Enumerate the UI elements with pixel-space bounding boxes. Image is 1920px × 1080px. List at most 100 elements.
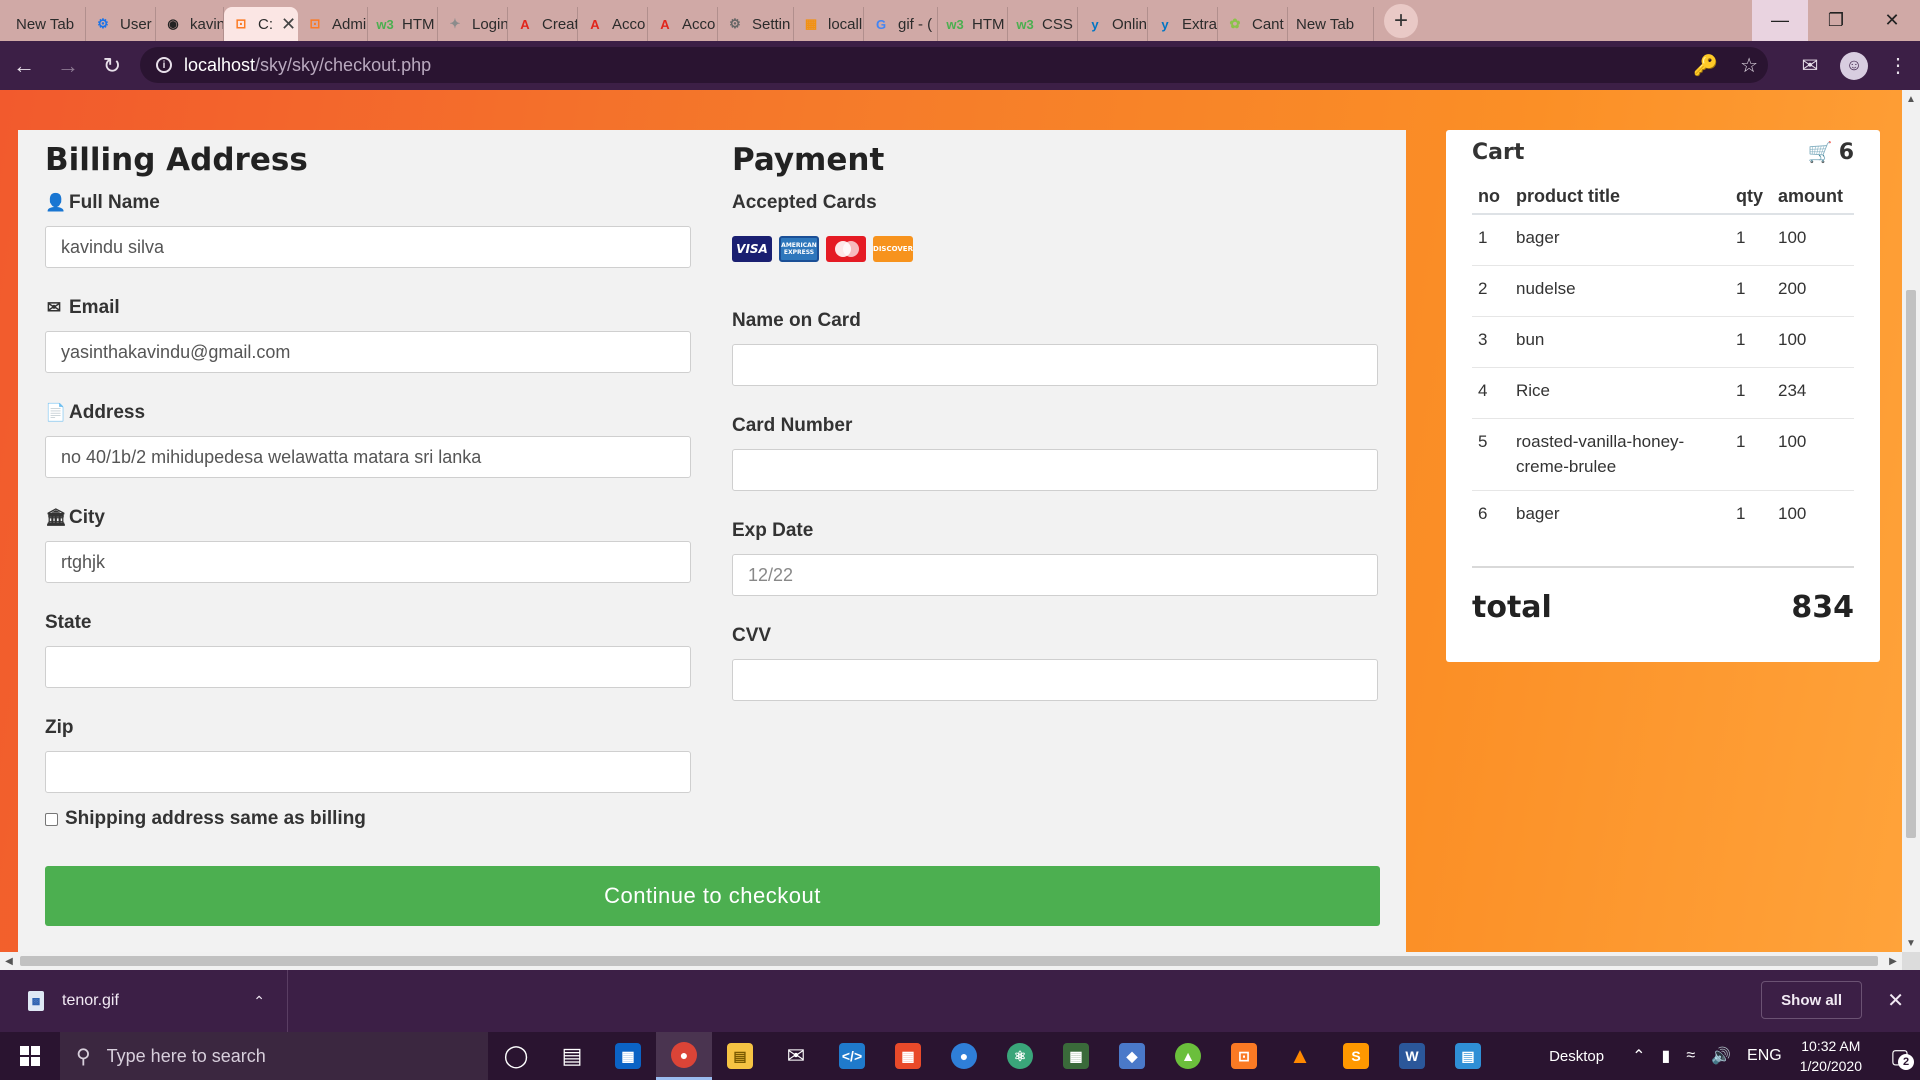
store-icon[interactable]: ▦: [600, 1032, 656, 1080]
task-view-icon[interactable]: ▤: [544, 1032, 600, 1080]
key-icon[interactable]: 🔑: [1693, 53, 1718, 78]
site-info-icon[interactable]: i: [156, 57, 172, 73]
mail-extension-icon[interactable]: ✉: [1788, 53, 1832, 78]
browser-tab[interactable]: y Extra: [1148, 7, 1218, 41]
browser-tab[interactable]: New Tab: [8, 7, 86, 41]
office-icon[interactable]: ▦: [880, 1032, 936, 1080]
email-input[interactable]: [45, 331, 691, 373]
browser-tab[interactable]: w3 HTM: [938, 7, 1008, 41]
browser-tab[interactable]: Ggif - (: [864, 7, 938, 41]
restore-button[interactable]: ❐: [1808, 0, 1864, 41]
vlc-icon[interactable]: ▲: [1272, 1032, 1328, 1080]
google-icon: G: [875, 16, 887, 32]
xampp-icon: ⊡: [309, 16, 321, 31]
terminal-icon[interactable]: ▦: [1048, 1032, 1104, 1080]
taskbar-search[interactable]: ⚲ Type here to search: [60, 1032, 488, 1080]
mail-icon[interactable]: ✉: [768, 1032, 824, 1080]
browser-tab[interactable]: ✦ Login: [438, 7, 508, 41]
desktop-toolbar-label[interactable]: Desktop: [1549, 1048, 1604, 1065]
xampp-icon[interactable]: ⊡: [1216, 1032, 1272, 1080]
browser-tab[interactable]: w3 CSS I: [1008, 7, 1078, 41]
browser-tab[interactable]: New Tab: [1288, 7, 1374, 41]
browser-tab[interactable]: A Acco: [648, 7, 718, 41]
browser-tab[interactable]: y Onlin: [1078, 7, 1148, 41]
browser-tab-label: Settin: [752, 15, 791, 33]
scroll-left-arrow-icon[interactable]: ◀: [0, 952, 18, 970]
profile-avatar[interactable]: ☺: [1840, 51, 1868, 80]
reload-button[interactable]: ↻: [92, 46, 132, 86]
new-tab-button[interactable]: +: [1384, 3, 1418, 38]
cortana-icon[interactable]: ◯: [488, 1032, 544, 1080]
browser-tab-label: New Tab: [16, 15, 75, 33]
browser-tab[interactable]: ⊡ C: ✕: [224, 7, 298, 41]
word-icon[interactable]: W: [1384, 1032, 1440, 1080]
bookmark-star-icon[interactable]: ☆: [1740, 53, 1758, 78]
language-indicator[interactable]: ENG: [1747, 1047, 1782, 1065]
cart-row: 4 Rice 1 234: [1472, 366, 1854, 418]
download-item[interactable]: ▩ tenor.gif ⌃: [0, 970, 288, 1032]
show-hidden-icons-icon[interactable]: ⌃: [1632, 1046, 1645, 1066]
browser-tab[interactable]: ⊡ Admi: [298, 7, 368, 41]
battery-icon[interactable]: ▮: [1662, 1046, 1671, 1066]
close-tab-icon[interactable]: ✕: [281, 14, 296, 35]
scroll-right-arrow-icon[interactable]: ▶: [1884, 952, 1902, 970]
sublime-icon[interactable]: S: [1328, 1032, 1384, 1080]
scroll-down-arrow-icon[interactable]: ▼: [1902, 934, 1920, 952]
card-number-input[interactable]: [732, 449, 1378, 491]
cvv-input[interactable]: [732, 659, 1378, 701]
city-input[interactable]: [45, 541, 691, 583]
git-icon[interactable]: ◆: [1104, 1032, 1160, 1080]
vertical-scroll-thumb[interactable]: [1906, 290, 1916, 838]
browser-tab[interactable]: ⚙ User: [86, 7, 156, 41]
mastercard-icon: [826, 236, 866, 262]
minimize-button[interactable]: —: [1752, 0, 1808, 41]
chevron-up-icon[interactable]: ⌃: [253, 993, 265, 1010]
forward-button[interactable]: →: [48, 46, 88, 86]
browser-tab[interactable]: ⚙ Settin: [718, 7, 794, 41]
scroll-up-arrow-icon[interactable]: ▲: [1902, 90, 1920, 108]
browser-tab[interactable]: A Creat: [508, 7, 578, 41]
menu-kebab-icon[interactable]: ⋮: [1876, 53, 1920, 78]
browser-tab[interactable]: ✿ Cant: [1218, 7, 1288, 41]
close-window-button[interactable]: ✕: [1864, 0, 1920, 41]
browser-tab[interactable]: ◉ kavin: [156, 7, 224, 41]
cart-title: Cart: [1472, 139, 1525, 165]
address-bar[interactable]: i localhost/sky/sky/checkout.php 🔑 ☆: [140, 47, 1768, 83]
control-panel-icon[interactable]: ▤: [1440, 1032, 1496, 1080]
back-button[interactable]: ←: [4, 46, 44, 86]
chrome-icon[interactable]: ●: [656, 1032, 712, 1080]
vscode-icon[interactable]: </>: [824, 1032, 880, 1080]
file-explorer-icon[interactable]: ▤: [712, 1032, 768, 1080]
name-on-card-input[interactable]: [732, 344, 1378, 386]
volume-icon[interactable]: 🔊: [1711, 1046, 1731, 1066]
address-input[interactable]: [45, 436, 691, 478]
atom-icon[interactable]: ⚛: [992, 1032, 1048, 1080]
horizontal-scroll-thumb[interactable]: [20, 956, 1878, 966]
android-studio-icon[interactable]: ▲: [1160, 1032, 1216, 1080]
browser-tab[interactable]: A Acco: [578, 7, 648, 41]
horizontal-scrollbar[interactable]: ◀ ▶: [0, 952, 1902, 970]
browser-tab[interactable]: ▦ locall: [794, 7, 864, 41]
shipping-same-checkbox[interactable]: [45, 812, 58, 826]
exp-date-input[interactable]: [732, 554, 1378, 596]
billing-column: Billing Address 👤Full Name ✉ Email 📄Addre…: [45, 130, 691, 793]
shipping-same-row[interactable]: Shipping address same as billing: [45, 808, 366, 830]
firefox-icon[interactable]: ●: [936, 1032, 992, 1080]
col-qty: qty: [1730, 180, 1772, 215]
vertical-scrollbar[interactable]: ▲ ▼: [1902, 90, 1920, 952]
browser-tab-label: locall: [828, 15, 863, 33]
browser-tab-label: Admi: [332, 15, 367, 33]
clock[interactable]: 10:32 AM 1/20/2020: [1800, 1036, 1862, 1076]
zip-input[interactable]: [45, 751, 691, 793]
show-all-button[interactable]: Show all: [1761, 981, 1862, 1019]
accepted-cards: Accepted Cards: [732, 190, 1378, 216]
notification-center-icon[interactable]: ▢ 2: [1880, 1032, 1920, 1080]
close-icon[interactable]: ✕: [1887, 988, 1904, 1013]
cart-table: no product title qty amount 1 bager 1 100 2 n…: [1472, 180, 1854, 541]
wifi-icon[interactable]: ≈: [1686, 1047, 1695, 1065]
browser-tab[interactable]: w3 HTM: [368, 7, 438, 41]
state-input[interactable]: [45, 646, 691, 688]
continue-checkout-button[interactable]: Continue to checkout: [45, 866, 1380, 926]
start-button[interactable]: [0, 1032, 60, 1080]
full-name-input[interactable]: [45, 226, 691, 268]
